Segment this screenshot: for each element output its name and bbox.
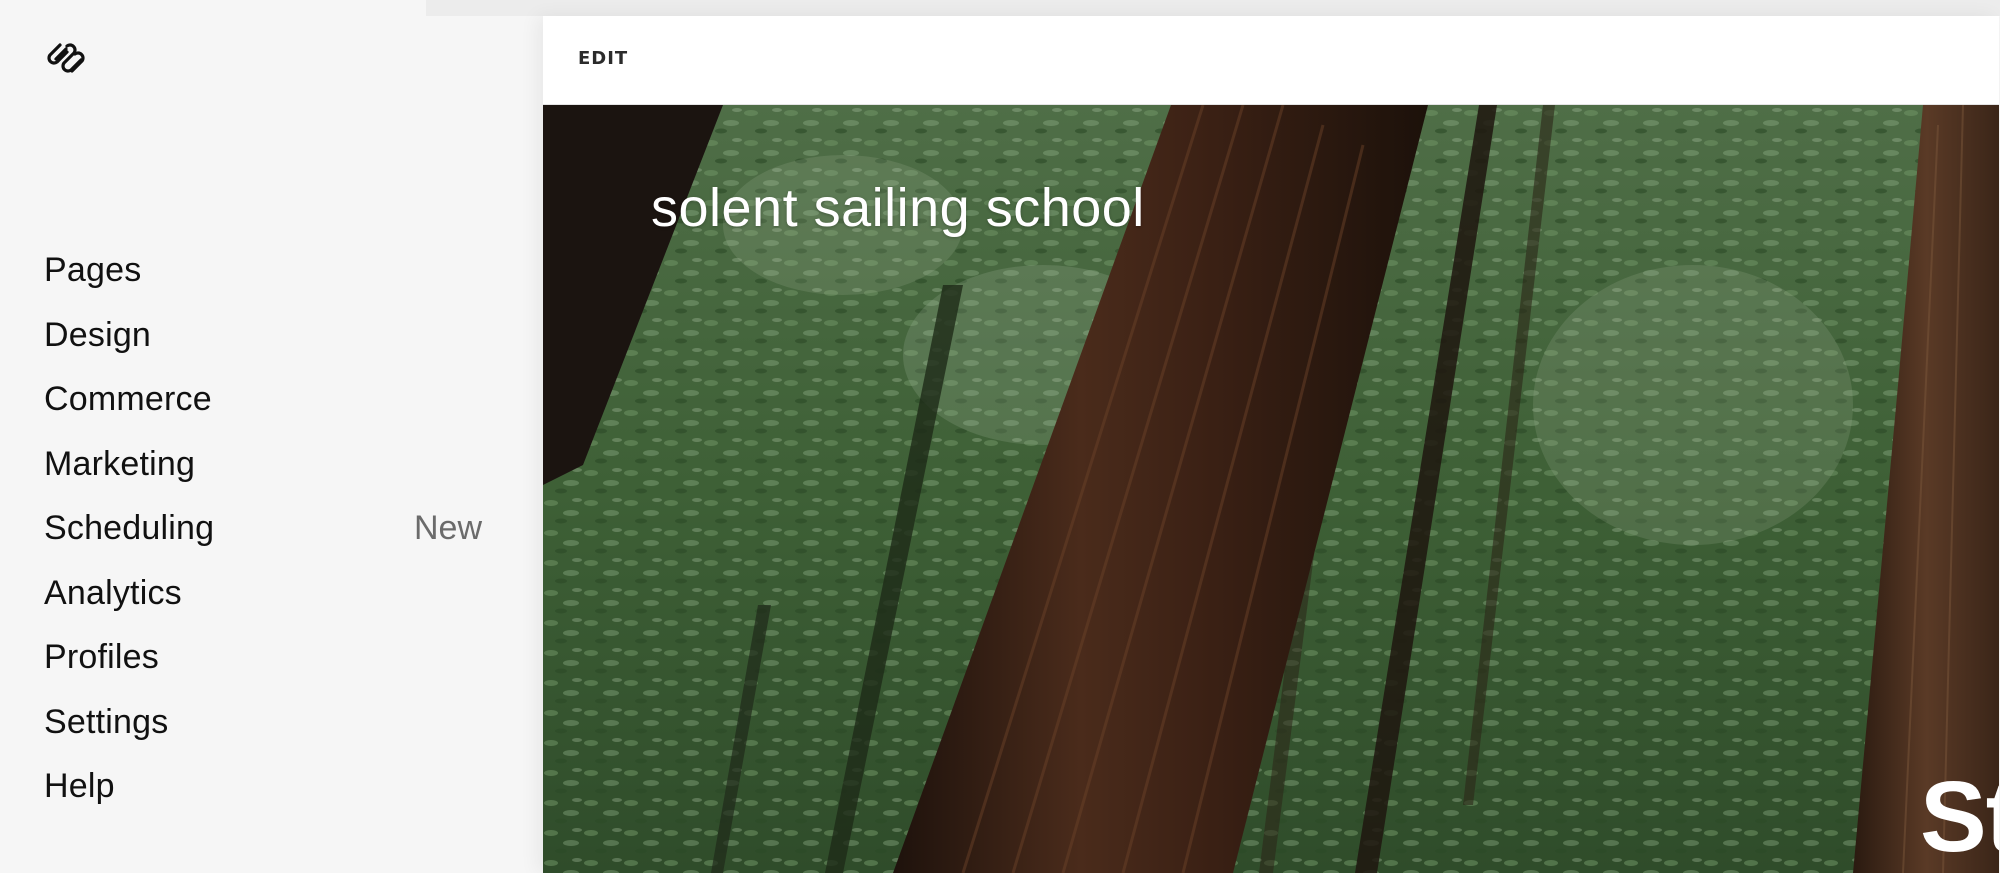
sidebar-item-pages[interactable]: Pages: [44, 246, 494, 311]
sidebar-item-label: Design: [44, 315, 152, 354]
preview-header-bar: EDIT: [543, 16, 1999, 105]
site-title[interactable]: solent sailing school: [651, 177, 1145, 239]
squarespace-logo-icon[interactable]: [42, 40, 90, 80]
app-root: Pages Design Commerce Marketing Scheduli…: [0, 0, 2000, 873]
sidebar-item-label: Settings: [44, 702, 169, 741]
sidebar-item-label: Commerce: [44, 380, 212, 418]
new-badge: New: [414, 509, 483, 547]
sidebar-item-profiles[interactable]: Profiles: [44, 633, 494, 698]
sidebar-item-label: Analytics: [44, 573, 182, 612]
sidebar-item-label: Profiles: [44, 638, 159, 676]
hero-section[interactable]: solent sailing school St: [543, 105, 1999, 873]
sidebar-item-label: Help: [44, 767, 115, 805]
sidebar-item-label: Marketing: [44, 444, 196, 483]
sidebar-item-design[interactable]: Design: [44, 311, 494, 376]
sidebar-item-label: Pages: [44, 251, 142, 289]
sidebar-item-scheduling[interactable]: Scheduling New: [44, 504, 494, 569]
sidebar-item-marketing[interactable]: Marketing: [44, 440, 494, 505]
sidebar-nav: Pages Design Commerce Marketing Scheduli…: [44, 246, 494, 827]
sidebar-item-help[interactable]: Help: [44, 762, 494, 827]
sidebar-item-commerce[interactable]: Commerce: [44, 375, 494, 440]
preview-top-margin: [426, 0, 2000, 16]
sidebar-item-settings[interactable]: Settings: [44, 698, 494, 763]
edit-button[interactable]: EDIT: [578, 48, 628, 69]
site-preview-frame[interactable]: EDIT solent sailing school S: [543, 16, 1999, 873]
sidebar-item-analytics[interactable]: Analytics: [44, 569, 494, 634]
hero-heading: St: [1920, 761, 1999, 873]
sidebar: Pages Design Commerce Marketing Scheduli…: [0, 0, 482, 873]
sidebar-item-label: Scheduling: [44, 509, 215, 547]
